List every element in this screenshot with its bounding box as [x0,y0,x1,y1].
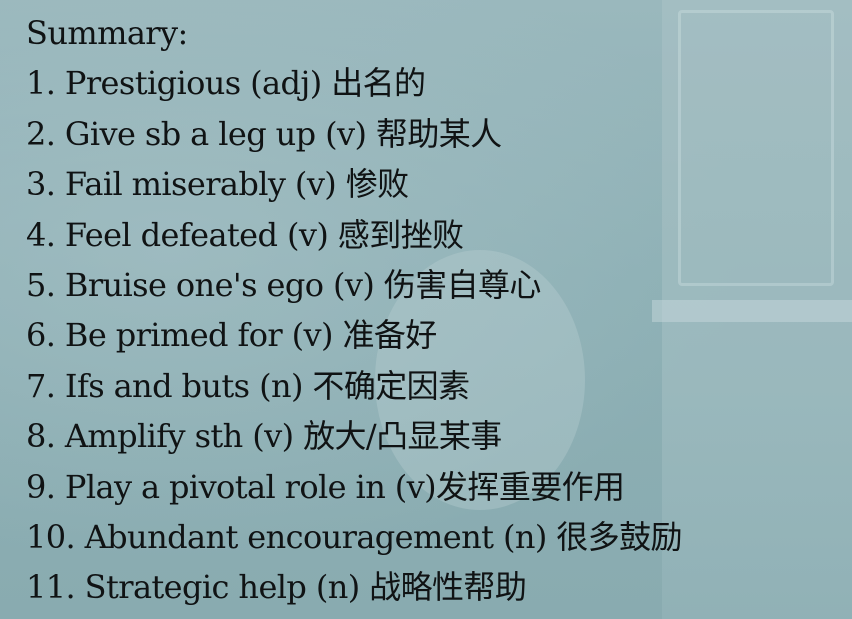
summary-heading: Summary: [26,14,188,52]
summary-item-4: 4. Feel defeated (v) 感到挫败 [26,215,464,254]
summary-item-5: 5. Bruise one's ego (v) 伤害自尊心 [26,266,541,305]
summary-item-11: 11. Strategic help (n) 战略性帮助 [26,568,527,607]
background-ledge [652,300,852,322]
summary-item-6: 6. Be primed for (v) 准备好 [26,316,437,355]
background-frame [678,10,834,286]
summary-item-1: 1. Prestigious (adj) 出名的 [26,64,426,103]
summary-item-3: 3. Fail miserably (v) 惨败 [26,165,409,204]
summary-item-9: 9. Play a pivotal role in (v)发挥重要作用 [26,467,625,506]
summary-item-7: 7. Ifs and buts (n) 不确定因素 [26,366,470,405]
summary-item-8: 8. Amplify sth (v) 放大/凸显某事 [26,417,502,456]
summary-item-10: 10. Abundant encouragement (n) 很多鼓励 [26,518,683,557]
summary-list: Summary: 1. Prestigious (adj) 出名的 2. Giv… [26,8,683,613]
summary-item-2: 2. Give sb a leg up (v) 帮助某人 [26,114,502,153]
